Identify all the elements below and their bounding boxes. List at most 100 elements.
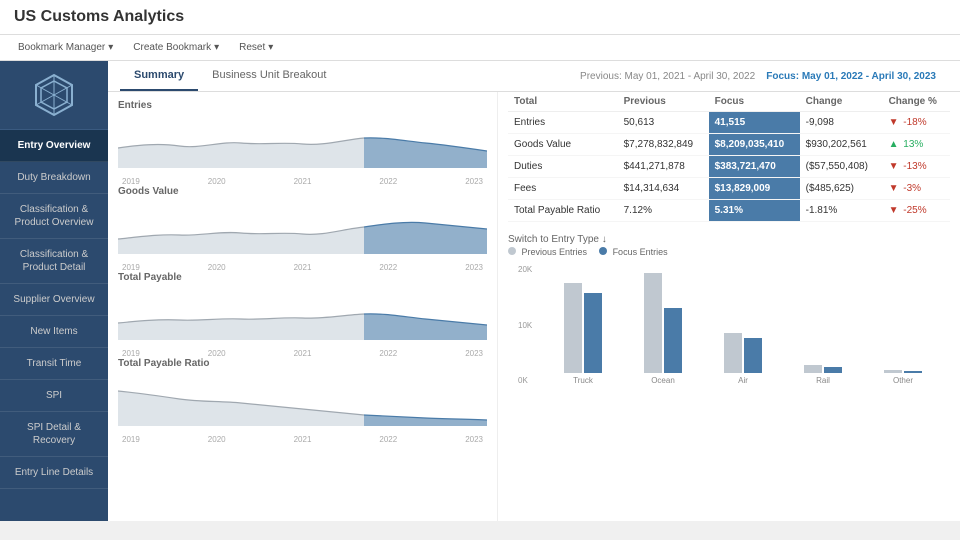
row-label: Entries: [508, 112, 618, 134]
tab-summary[interactable]: Summary: [120, 61, 198, 91]
col-change-pct: Change %: [883, 92, 950, 112]
row-change: -9,098: [800, 112, 883, 134]
row-change-pct: ▼ -13%: [883, 156, 950, 178]
panels: Entries 20192020: [108, 92, 960, 521]
sidebar-item-supplier-overview[interactable]: Supplier Overview: [0, 284, 108, 316]
chevron-down-icon-2: ▾: [214, 42, 219, 53]
logo-icon: [32, 73, 76, 117]
total-payable-ratio-chart-label: Total Payable Ratio: [118, 358, 487, 369]
content-area: Summary Business Unit Breakout Previous:…: [108, 61, 960, 521]
sidebar-item-spi[interactable]: SPI: [0, 380, 108, 412]
total-payable-chart-area: 20192020202120222023: [118, 285, 487, 350]
row-previous: $7,278,832,849: [618, 134, 709, 156]
row-change-pct: ▼ -3%: [883, 178, 950, 200]
total-payable-ratio-chart-area: 20192020202120222023: [118, 371, 487, 436]
legend-dot-previous: [508, 247, 516, 255]
bar-truck-focus: [584, 293, 602, 373]
col-change: Change: [800, 92, 883, 112]
row-focus: $13,829,009: [709, 178, 800, 200]
row-previous: 50,613: [618, 112, 709, 134]
row-previous: $441,271,878: [618, 156, 709, 178]
create-bookmark-label: Create Bookmark: [133, 42, 211, 53]
row-previous: 7.12%: [618, 200, 709, 222]
bar-air-prev: [724, 333, 742, 373]
sidebar-item-entry-overview[interactable]: Entry Overview: [0, 130, 108, 162]
row-change-pct: ▼ -25%: [883, 200, 950, 222]
bar-rail-focus: [824, 367, 842, 373]
tab-business-unit[interactable]: Business Unit Breakout: [198, 61, 340, 91]
row-label: Fees: [508, 178, 618, 200]
right-panel: Total Previous Focus Change Change % Ent…: [498, 92, 960, 521]
col-total: Total: [508, 92, 618, 112]
legend: Previous Entries Focus Entries: [508, 247, 950, 257]
bar-group-truck: Truck: [546, 283, 620, 385]
sidebar-item-spi-detail[interactable]: SPI Detail & Recovery: [0, 412, 108, 457]
sidebar-item-classification-product-overview[interactable]: Classification & Product Overview: [0, 194, 108, 239]
reset-label: Reset: [239, 42, 265, 53]
entries-chart-section: Entries 20192020: [118, 100, 487, 178]
bar-group-ocean: Ocean: [626, 273, 700, 385]
legend-dot-focus: [599, 247, 607, 255]
bar-truck-prev: [564, 283, 582, 373]
chevron-down-icon: ▾: [108, 42, 113, 53]
bar-label-air: Air: [738, 376, 748, 385]
entries-chart-label: Entries: [118, 100, 487, 111]
legend-focus: Focus Entries: [599, 247, 668, 257]
bar-rail-prev: [804, 365, 822, 373]
bar-label-other: Other: [893, 376, 913, 385]
bar-group-other: Other: [866, 370, 940, 385]
sidebar-item-classification-product-detail[interactable]: Classification & Product Detail: [0, 239, 108, 284]
sidebar: Entry Overview Duty Breakdown Classifica…: [0, 61, 108, 521]
chevron-down-icon-3: ▾: [268, 42, 273, 53]
row-previous: $14,314,634: [618, 178, 709, 200]
row-focus: 5.31%: [709, 200, 800, 222]
summary-table: Total Previous Focus Change Change % Ent…: [508, 92, 950, 222]
row-focus: $383,721,470: [709, 156, 800, 178]
sidebar-item-new-items[interactable]: New Items: [0, 316, 108, 348]
create-bookmark-button[interactable]: Create Bookmark ▾: [129, 40, 223, 55]
bookmark-manager-label: Bookmark Manager: [18, 42, 105, 53]
row-focus: $8,209,035,410: [709, 134, 800, 156]
bar-label-rail: Rail: [816, 376, 830, 385]
row-label: Duties: [508, 156, 618, 178]
col-focus: Focus: [709, 92, 800, 112]
left-panel: Entries 20192020: [108, 92, 498, 521]
table-row: Fees $14,314,634 $13,829,009 ($485,625) …: [508, 178, 950, 200]
sidebar-item-transit-time[interactable]: Transit Time: [0, 348, 108, 380]
app-title: US Customs Analytics: [14, 8, 184, 25]
focus-date-range: Focus: May 01, 2022 - April 30, 2023: [766, 71, 936, 82]
row-label: Goods Value: [508, 134, 618, 156]
row-change: $930,202,561: [800, 134, 883, 156]
sidebar-logo: [0, 61, 108, 130]
row-focus: 41,515: [709, 112, 800, 134]
tabs-bar: Summary Business Unit Breakout Previous:…: [108, 61, 960, 92]
bar-other-prev: [884, 370, 902, 373]
total-payable-chart-label: Total Payable: [118, 272, 487, 283]
entries-chart-area: 20192020202120222023: [118, 113, 487, 178]
goods-value-chart-section: Goods Value 20192020202120222023: [118, 186, 487, 264]
row-change: -1.81%: [800, 200, 883, 222]
goods-value-chart-area: 20192020202120222023: [118, 199, 487, 264]
table-row: Total Payable Ratio 7.12% 5.31% -1.81% ▼…: [508, 200, 950, 222]
toolbar: Bookmark Manager ▾ Create Bookmark ▾ Res…: [0, 35, 960, 61]
row-change-pct: ▲ 13%: [883, 134, 950, 156]
bar-chart-container: 20K 10K 0K Truck: [508, 265, 950, 415]
bar-label-ocean: Ocean: [651, 376, 675, 385]
col-previous: Previous: [618, 92, 709, 112]
main-layout: Entry Overview Duty Breakdown Classifica…: [0, 61, 960, 521]
legend-previous: Previous Entries: [508, 247, 587, 257]
row-change: ($57,550,408): [800, 156, 883, 178]
date-range-info: Previous: May 01, 2021 - April 30, 2022 …: [568, 63, 948, 90]
entry-type-section: Switch to Entry Type ↓ Previous Entries …: [508, 234, 950, 423]
row-change: ($485,625): [800, 178, 883, 200]
bar-ocean-prev: [644, 273, 662, 373]
bookmark-manager-button[interactable]: Bookmark Manager ▾: [14, 40, 117, 55]
bar-other-focus: [904, 371, 922, 373]
row-label: Total Payable Ratio: [508, 200, 618, 222]
entry-type-title: Switch to Entry Type ↓: [508, 234, 950, 245]
row-change-pct: ▼ -18%: [883, 112, 950, 134]
sidebar-item-entry-line-details[interactable]: Entry Line Details: [0, 457, 108, 489]
table-row: Goods Value $7,278,832,849 $8,209,035,41…: [508, 134, 950, 156]
reset-button[interactable]: Reset ▾: [235, 40, 277, 55]
sidebar-item-duty-breakdown[interactable]: Duty Breakdown: [0, 162, 108, 194]
